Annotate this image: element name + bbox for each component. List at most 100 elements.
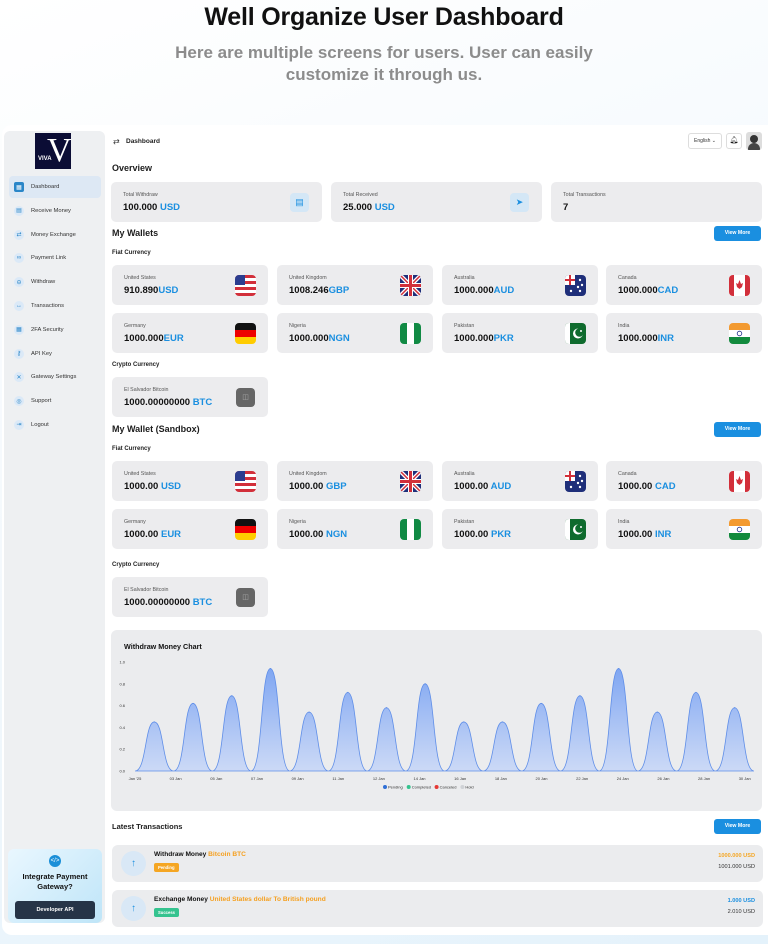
wallet-card[interactable]: Australia 1000.000AUD	[442, 265, 598, 305]
developer-api-button[interactable]: Developer API	[15, 901, 95, 919]
promo-title: Integrate Payment Gateway?	[22, 872, 88, 891]
wallet-card[interactable]: Australia 1000.00 AUD	[442, 461, 598, 501]
legend-label: Hold	[465, 785, 473, 790]
sidebar-item-transactions[interactable]: ↔ Transactions	[9, 295, 101, 317]
wallet-amount: 1000.000	[618, 285, 658, 296]
data-point	[734, 707, 736, 709]
legend-item[interactable]: Pending	[383, 785, 403, 790]
wallet-card[interactable]: Pakistan 1000.00 PKR	[442, 509, 598, 549]
transaction-detail: United States dollar To British pound	[209, 896, 326, 903]
legend-marker	[434, 785, 439, 789]
transactions-view-more-button[interactable]: View More	[714, 819, 761, 834]
x-tick-label: 12 Jan	[373, 776, 385, 781]
wallet-country: Nigeria	[289, 323, 306, 329]
avatar[interactable]	[746, 132, 762, 150]
crypto-wallet-card[interactable]: El Salvador Bitcoin 1000.00000000 BTC ◫	[112, 577, 268, 617]
sandbox-title: My Wallet (Sandbox)	[112, 424, 200, 434]
wallet-card[interactable]: India 1000.000INR	[606, 313, 762, 353]
wallet-card[interactable]: United Kingdom 1000.00 GBP	[277, 461, 433, 501]
sidebar-item-2fa-security[interactable]: ▦ 2FA Security	[9, 319, 101, 341]
sandbox-view-more-button[interactable]: View More	[714, 422, 761, 437]
wallet-amount: 1000.00	[618, 529, 653, 540]
x-tick-label: 28 Jan	[698, 776, 710, 781]
wallets-crypto-title: Crypto Currency	[112, 362, 160, 368]
swap-icon[interactable]: ⇄	[113, 137, 120, 146]
wallet-amount: 1000.000	[289, 333, 329, 344]
sidebar-item-api-key[interactable]: ⚷ API Key	[9, 343, 101, 365]
crypto-amount: 1000.00000000	[124, 397, 191, 408]
logout-icon: ⇥	[14, 419, 24, 430]
sidebar-item-label: Support	[31, 398, 52, 405]
wallet-balance: 1000.00 PKR	[454, 529, 511, 540]
x-tick-label: 07 Jan	[251, 776, 263, 781]
flag-uk-icon	[400, 275, 421, 296]
wallet-country: Germany	[124, 323, 146, 329]
wallet-card[interactable]: United States 910.890USD	[112, 265, 268, 305]
wallet-balance: 1000.000AUD	[454, 285, 514, 296]
wallet-country: United Kingdom	[289, 471, 327, 477]
crypto-wallet-card[interactable]: El Salvador Bitcoin 1000.00000000 BTC ◫	[112, 377, 268, 417]
transaction-row[interactable]: ↑ Exchange Money United States dollar To …	[112, 890, 763, 927]
legend-item[interactable]: Hold	[460, 785, 474, 790]
sidebar-item-support[interactable]: ◎ Support	[9, 390, 101, 412]
x-tick-label: 18 Jan	[495, 776, 507, 781]
wallet-currency: CAD	[657, 285, 679, 296]
data-point	[540, 702, 542, 705]
legend-item[interactable]: Completed	[406, 785, 431, 790]
wallet-amount: 1000.00	[124, 529, 159, 540]
sidebar-item-withdraw[interactable]: ⊖ Withdraw	[9, 271, 101, 293]
settings-icon: ✕	[14, 372, 24, 383]
transaction-row[interactable]: ↑ Withdraw Money Bitcoin BTC Pending 1000.0…	[112, 845, 763, 882]
wallet-card[interactable]: United States 1000.00 USD	[112, 461, 268, 501]
wallet-card[interactable]: India 1000.00 INR	[606, 509, 762, 549]
wallet-card[interactable]: Pakistan 1000.000PKR	[442, 313, 598, 353]
sidebar-item-payment-link[interactable]: ∞ Payment Link	[9, 247, 101, 269]
sidebar-item-receive-money[interactable]: ▤ Receive Money	[9, 200, 101, 222]
sidebar-item-logout[interactable]: ⇥ Logout	[9, 414, 101, 436]
flag-in-icon	[729, 323, 750, 344]
sidebar-item-label: Withdraw	[31, 279, 56, 286]
wallet-country: United Kingdom	[289, 275, 327, 281]
wallet-card[interactable]: Germany 1000.00 EUR	[112, 509, 268, 549]
sidebar-item-label: Money Exchange	[31, 231, 76, 238]
wallet-card[interactable]: Nigeria 1000.00 NGN	[277, 509, 433, 549]
wallet-card[interactable]: Nigeria 1000.000NGN	[277, 313, 433, 353]
flag-de-icon	[235, 519, 256, 540]
bell-icon[interactable]: 🔔︎	[726, 133, 742, 149]
wallet-balance: 1000.00 EUR	[124, 529, 181, 540]
x-tick-label: 22 Jan	[576, 776, 588, 781]
x-tick-label: 03 Jan	[170, 776, 182, 781]
wallet-balance: 1008.246GBP	[289, 285, 349, 296]
page-title: Dashboard	[126, 138, 160, 145]
sidebar-item-money-exchange[interactable]: ⇄ Money Exchange	[9, 224, 101, 246]
wallet-card[interactable]: United Kingdom 1008.246GBP	[277, 265, 433, 305]
language-value: English	[694, 138, 711, 144]
wallet-card[interactable]: Germany 1000.000EUR	[112, 313, 268, 353]
wallet-country: Canada	[618, 275, 637, 281]
logo-letter: V	[47, 132, 72, 169]
data-point	[153, 721, 155, 723]
overview-currency: USD	[374, 202, 395, 213]
sandbox-crypto-title: Crypto Currency	[112, 562, 160, 568]
language-select[interactable]: English ⌄	[688, 133, 722, 149]
wallet-balance: 1000.000CAD	[618, 285, 678, 296]
wallet-card[interactable]: Canada 1000.00 CAD	[606, 461, 762, 501]
wallet-country: India	[618, 519, 630, 525]
y-tick-label: 0.4	[119, 725, 125, 730]
overview-card-value: 100.000 USD	[123, 202, 180, 213]
wallet-country: United States	[124, 471, 156, 477]
sidebar-item-gateway-settings[interactable]: ✕ Gateway Settings	[9, 366, 101, 388]
legend-label: Pending	[388, 785, 403, 790]
sidebar-item-dashboard[interactable]: ▦ Dashboard	[9, 176, 101, 198]
brand-logo[interactable]: V VIVA	[35, 132, 72, 169]
wallet-country: Pakistan	[454, 323, 475, 329]
wallet-card[interactable]: Canada 1000.000CAD	[606, 265, 762, 305]
wallets-view-more-button[interactable]: View More	[714, 226, 761, 241]
legend-item[interactable]: Canceled	[434, 785, 457, 790]
wallet-country: Australia	[454, 471, 475, 477]
flag-au-icon	[565, 275, 586, 296]
transaction-amount: 1000.000 USD	[718, 853, 755, 859]
coin-icon: ◫	[236, 588, 255, 607]
legend-marker	[383, 785, 387, 789]
x-tick-label: Jan '25	[129, 776, 143, 781]
